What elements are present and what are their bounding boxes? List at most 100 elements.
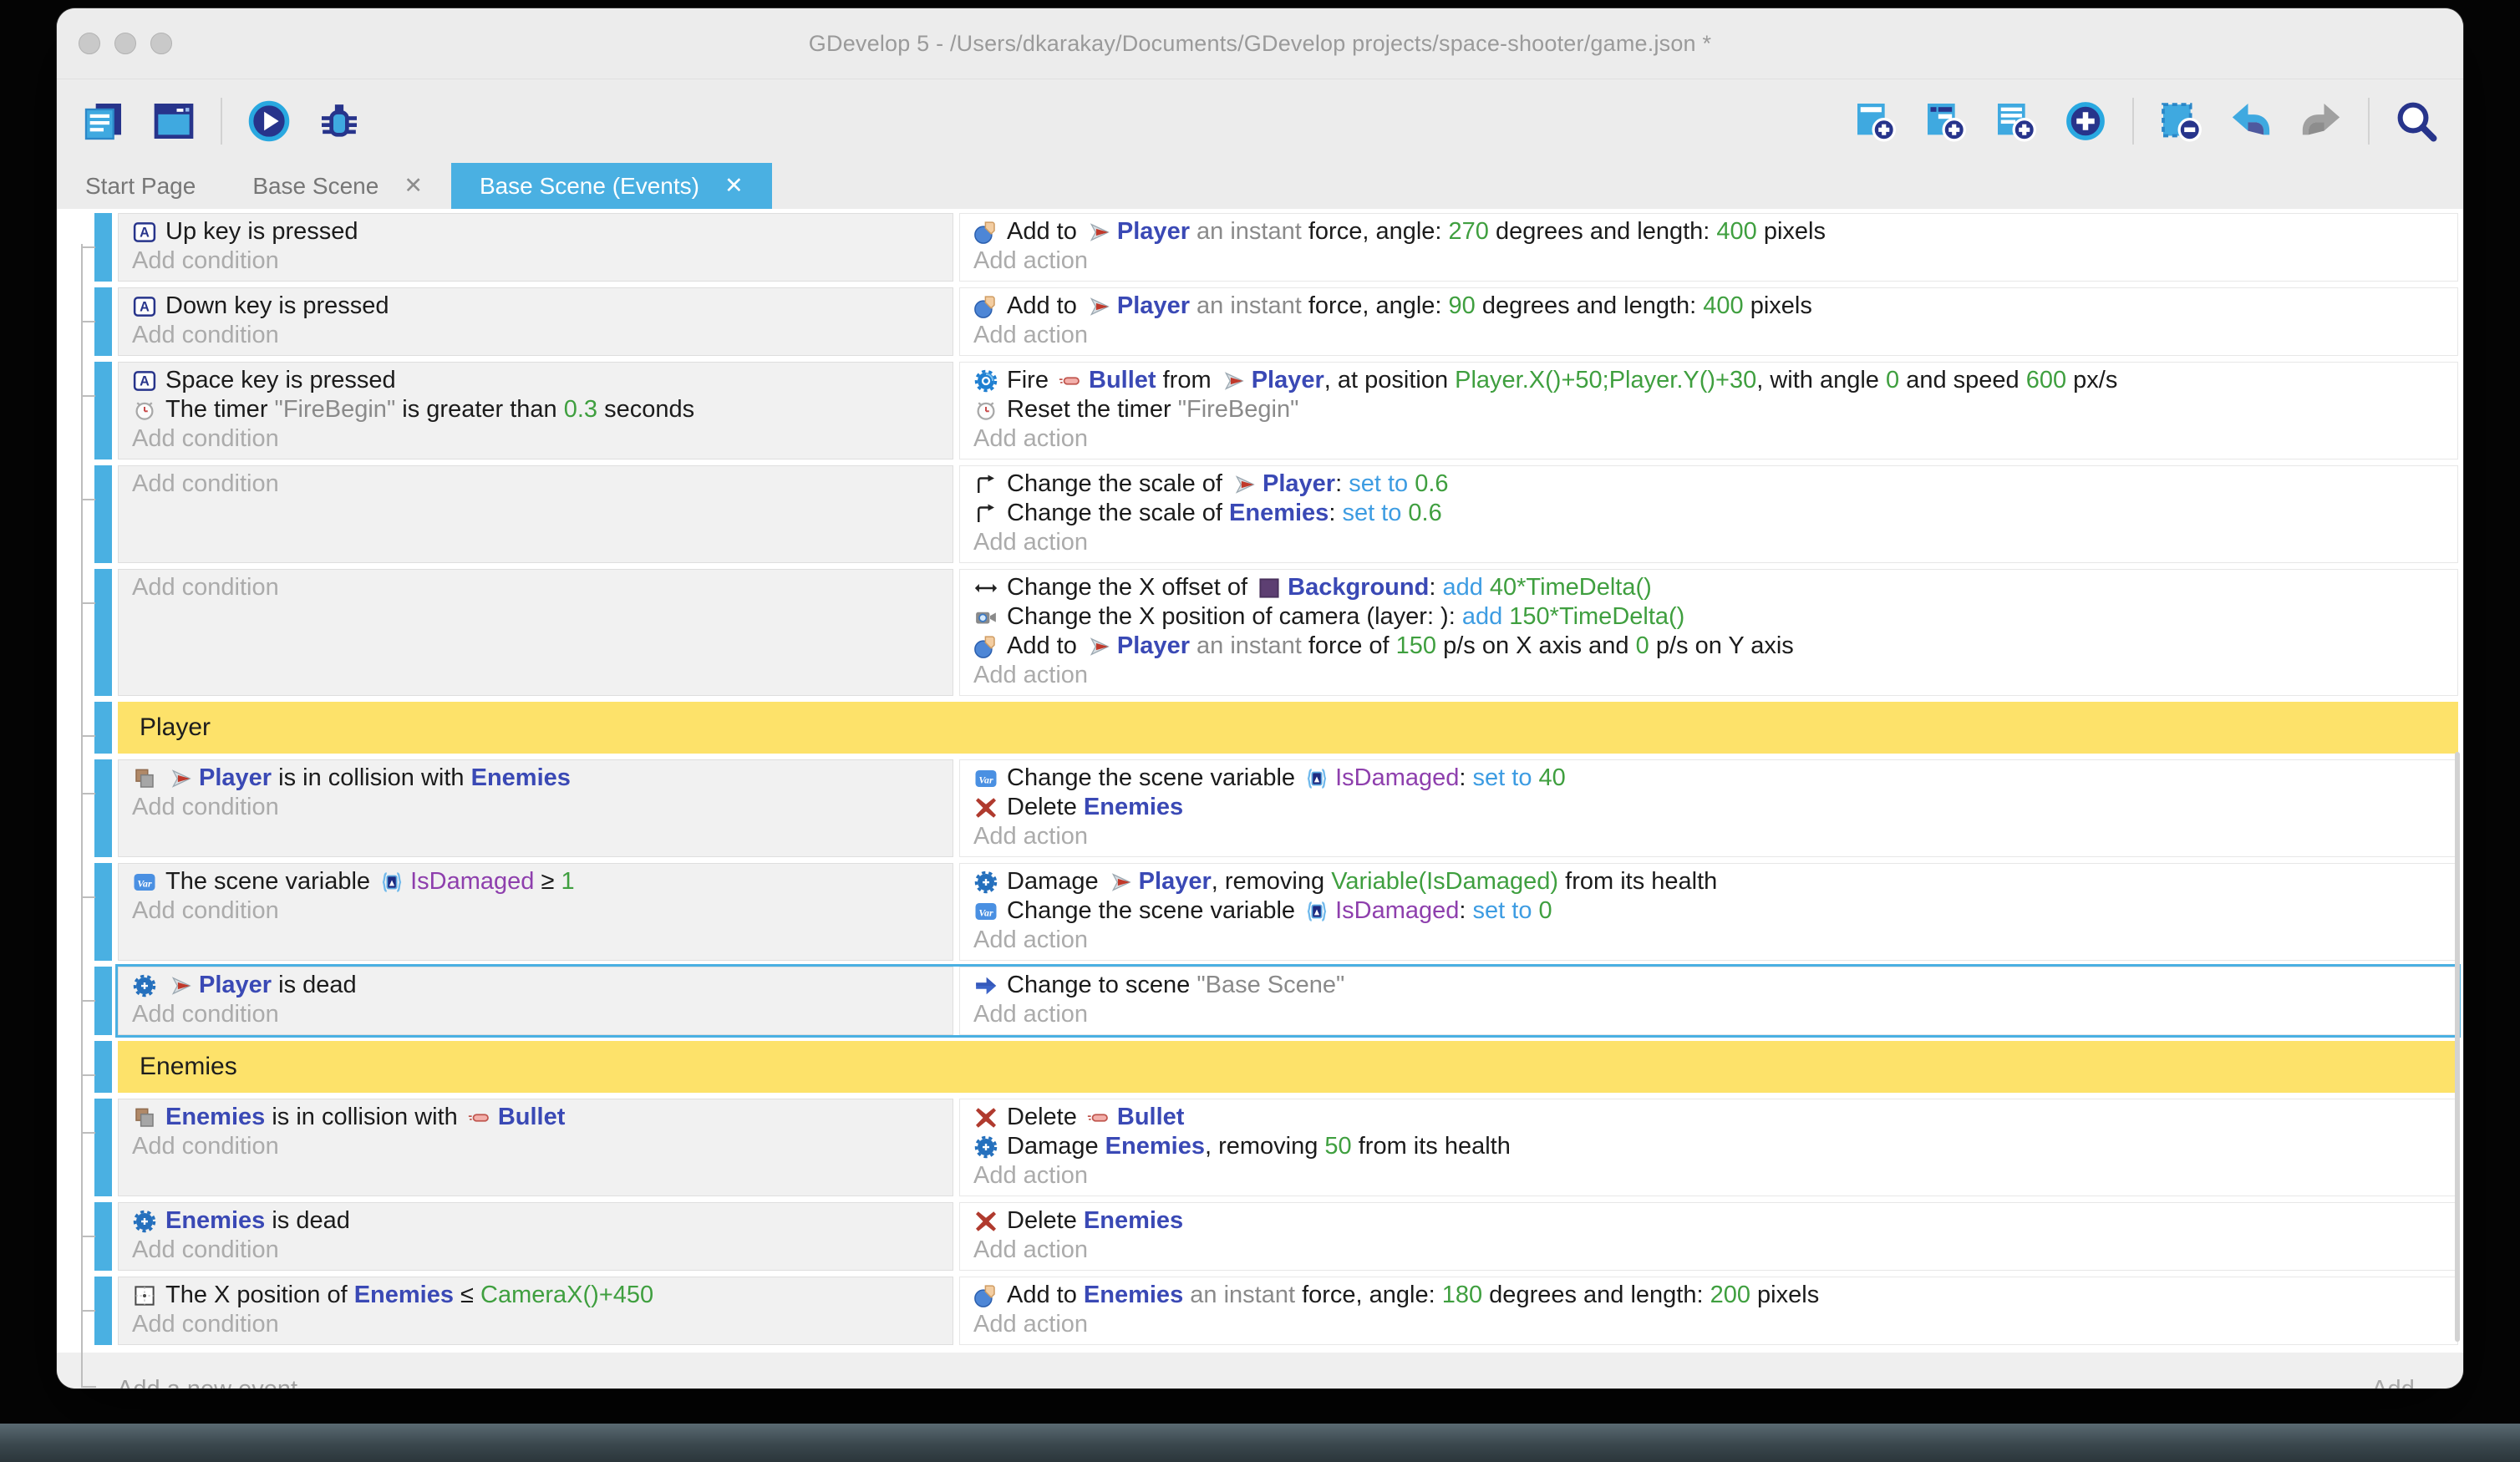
group-header-row[interactable]: Enemies — [57, 1041, 2458, 1093]
action[interactable]: Reset the timer "FireBegin" — [973, 395, 2444, 424]
tab-base-scene-events[interactable]: Base Scene (Events)✕ — [451, 163, 772, 209]
add-other-event-button[interactable] — [2062, 98, 2109, 145]
actions-cell[interactable]: Add to Player an instant force, angle: 9… — [959, 287, 2458, 356]
conditions-cell[interactable]: ASpace key is pressedThe timer "FireBegi… — [118, 362, 953, 459]
add-subevent-button[interactable] — [1922, 98, 1969, 145]
action[interactable]: Delete Enemies — [973, 1206, 2444, 1236]
zoom-button[interactable] — [150, 33, 172, 54]
actions-cell[interactable]: Delete BulletDamage Enemies, removing 50… — [959, 1099, 2458, 1196]
add-event-button[interactable] — [1852, 98, 1898, 145]
event-drag-handle[interactable] — [94, 759, 112, 857]
group-header-row[interactable]: Player — [57, 702, 2458, 754]
add-condition-button[interactable]: Add condition — [132, 424, 939, 454]
tab-start-page[interactable]: Start Page — [57, 163, 224, 209]
add-condition-button[interactable]: Add condition — [132, 1310, 939, 1339]
condition[interactable]: VarThe scene variable IsDamaged ≥ 1 — [132, 867, 939, 896]
event-row[interactable]: ASpace key is pressedThe timer "FireBegi… — [57, 362, 2458, 459]
event-drag-handle[interactable] — [94, 863, 112, 961]
conditions-cell[interactable]: Add condition — [118, 569, 953, 696]
action[interactable]: Add to Enemies an instant force, angle: … — [973, 1281, 2444, 1310]
add-action-button[interactable]: Add action — [973, 926, 2444, 955]
close-button[interactable] — [79, 33, 100, 54]
event-drag-handle[interactable] — [94, 362, 112, 459]
action[interactable]: Change the X offset of Background: add 4… — [973, 573, 2444, 602]
event-row[interactable]: The X position of Enemies ≤ CameraX()+45… — [57, 1277, 2458, 1345]
actions-cell[interactable]: Delete EnemiesAdd action — [959, 1202, 2458, 1271]
action[interactable]: Change the scale of Player: set to 0.6 — [973, 470, 2444, 499]
event-drag-handle[interactable] — [94, 1041, 112, 1093]
actions-cell[interactable]: Add to Enemies an instant force, angle: … — [959, 1277, 2458, 1345]
add-comment-button[interactable] — [1992, 98, 2039, 145]
event-drag-handle[interactable] — [94, 1202, 112, 1271]
condition[interactable]: ASpace key is pressed — [132, 366, 939, 395]
play-preview-button[interactable] — [246, 98, 292, 145]
debug-button[interactable] — [316, 98, 363, 145]
event-row[interactable]: Add conditionChange the scale of Player:… — [57, 465, 2458, 563]
redo-button[interactable] — [2298, 98, 2345, 145]
condition[interactable]: The X position of Enemies ≤ CameraX()+45… — [132, 1281, 939, 1310]
add-condition-button[interactable]: Add condition — [132, 1000, 939, 1029]
add-condition-button[interactable]: Add condition — [132, 321, 939, 350]
event-row[interactable]: Add condition Change the X offset of Back… — [57, 569, 2458, 696]
action[interactable]: Add to Player an instant force, angle: 2… — [973, 217, 2444, 246]
event-row[interactable]: Enemies is in collision with BulletAdd c… — [57, 1099, 2458, 1196]
action[interactable]: Damage Enemies, removing 50 from its hea… — [973, 1132, 2444, 1161]
delete-event-button[interactable] — [2157, 98, 2204, 145]
actions-cell[interactable]: VarChange the scene variable IsDamaged: … — [959, 759, 2458, 857]
event-drag-handle[interactable] — [94, 569, 112, 696]
event-row[interactable]: VarThe scene variable IsDamaged ≥ 1Add c… — [57, 863, 2458, 961]
undo-button[interactable] — [2228, 98, 2274, 145]
add-condition-button[interactable]: Add condition — [132, 896, 939, 926]
event-row[interactable]: Player is in collision with EnemiesAdd c… — [57, 759, 2458, 857]
search-button[interactable] — [2393, 98, 2440, 145]
event-drag-handle[interactable] — [94, 465, 112, 563]
add-new-event-button[interactable]: Add a new event — [117, 1376, 297, 1388]
conditions-cell[interactable]: Enemies is deadAdd condition — [118, 1202, 953, 1271]
add-action-button[interactable]: Add action — [973, 528, 2444, 557]
add-condition-button[interactable]: Add condition — [132, 793, 939, 822]
add-action-button[interactable]: Add action — [973, 424, 2444, 454]
group-header[interactable]: Enemies — [118, 1041, 2458, 1093]
action[interactable]: Damage Player, removing Variable(IsDamag… — [973, 867, 2444, 896]
condition[interactable]: Player is dead — [132, 971, 939, 1000]
add-action-button[interactable]: Add action — [973, 1161, 2444, 1190]
action[interactable]: VarChange the scene variable IsDamaged: … — [973, 764, 2444, 793]
actions-cell[interactable]: Add to Player an instant force, angle: 2… — [959, 213, 2458, 282]
add-action-button[interactable]: Add action — [973, 1236, 2444, 1265]
add-condition-button[interactable]: Add condition — [132, 1132, 939, 1161]
conditions-cell[interactable]: Player is in collision with EnemiesAdd c… — [118, 759, 953, 857]
close-tab-icon[interactable]: ✕ — [724, 175, 744, 197]
condition[interactable]: Enemies is in collision with Bullet — [132, 1103, 939, 1132]
conditions-cell[interactable]: AUp key is pressedAdd condition — [118, 213, 953, 282]
event-row[interactable]: AUp key is pressedAdd condition Add to Pl… — [57, 213, 2458, 282]
close-tab-icon[interactable]: ✕ — [404, 175, 423, 197]
condition[interactable]: AUp key is pressed — [132, 217, 939, 246]
event-drag-handle[interactable] — [94, 1099, 112, 1196]
scrollbar-thumb[interactable] — [2455, 752, 2460, 1342]
condition[interactable]: ADown key is pressed — [132, 292, 939, 321]
group-header[interactable]: Player — [118, 702, 2458, 754]
add-action-button[interactable]: Add action — [973, 1000, 2444, 1029]
scene-editor-button[interactable] — [150, 98, 197, 145]
conditions-cell[interactable]: Add condition — [118, 465, 953, 563]
add-condition-button[interactable]: Add condition — [132, 246, 939, 276]
conditions-cell[interactable]: VarThe scene variable IsDamaged ≥ 1Add c… — [118, 863, 953, 961]
event-row[interactable]: Player is deadAdd conditionChange to sce… — [57, 967, 2458, 1035]
minimize-button[interactable] — [114, 33, 136, 54]
condition[interactable]: Player is in collision with Enemies — [132, 764, 939, 793]
project-manager-button[interactable] — [80, 98, 127, 145]
action[interactable]: Delete Bullet — [973, 1103, 2444, 1132]
actions-cell[interactable]: Change the scale of Player: set to 0.6Ch… — [959, 465, 2458, 563]
add-action-button[interactable]: Add action — [973, 661, 2444, 690]
add-more-button[interactable]: Add... — [2371, 1376, 2435, 1388]
actions-cell[interactable]: Damage Player, removing Variable(IsDamag… — [959, 863, 2458, 961]
action[interactable]: Change the X position of camera (layer: … — [973, 602, 2444, 632]
add-action-button[interactable]: Add action — [973, 246, 2444, 276]
add-action-button[interactable]: Add action — [973, 1310, 2444, 1339]
action[interactable]: Fire Bullet from Player, at position Pla… — [973, 366, 2444, 395]
event-drag-handle[interactable] — [94, 702, 112, 754]
event-drag-handle[interactable] — [94, 967, 112, 1035]
conditions-cell[interactable]: Player is deadAdd condition — [118, 967, 953, 1035]
actions-cell[interactable]: Fire Bullet from Player, at position Pla… — [959, 362, 2458, 459]
conditions-cell[interactable]: The X position of Enemies ≤ CameraX()+45… — [118, 1277, 953, 1345]
